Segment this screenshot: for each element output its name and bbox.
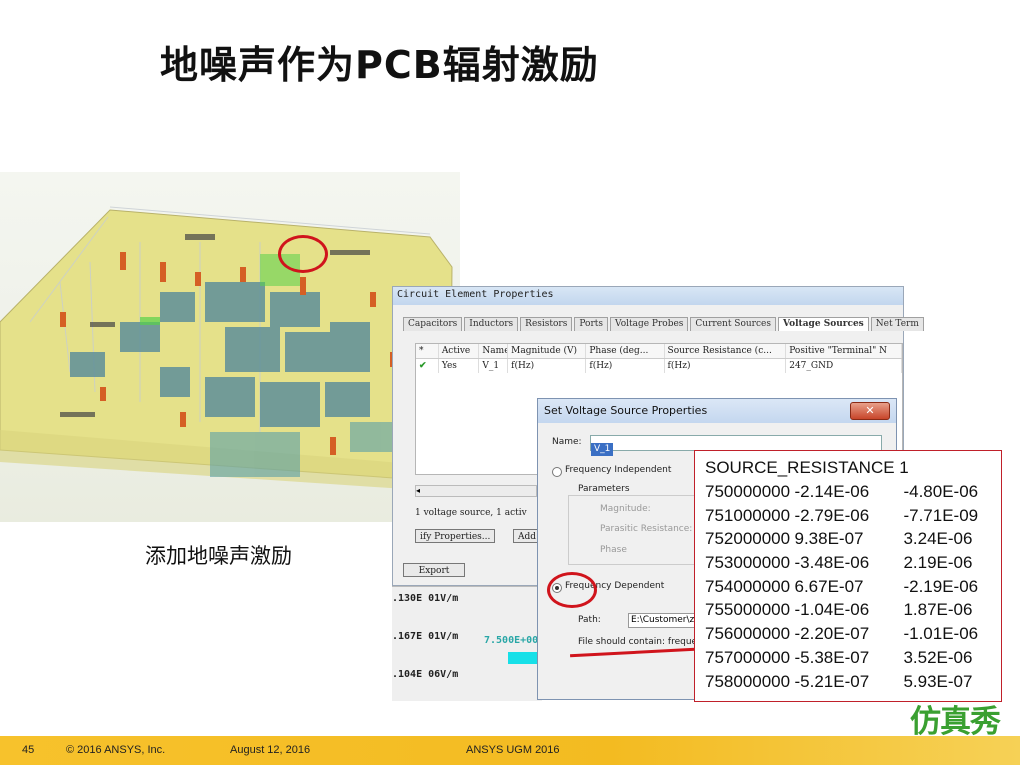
pcb-illustration (0, 206, 453, 492)
phase-label: Phase (600, 545, 627, 555)
dialog-title: Set Voltage Source Properties ✕ (538, 399, 896, 423)
column-header[interactable]: Name (479, 344, 509, 358)
horizontal-scrollbar[interactable]: ◂ (415, 485, 537, 497)
close-button[interactable]: ✕ (850, 402, 890, 420)
parameters-label: Parameters (578, 484, 630, 494)
check-icon: ✔ (416, 359, 439, 373)
column-header[interactable]: Positive "Terminal" N (786, 344, 902, 358)
field-readout-panel: .130E 01V/m .167E 01V/m .104E 06V/m 7.50… (392, 586, 542, 701)
magnitude-label: Magnitude: (600, 504, 651, 514)
table-header: * Active Name Magnitude (V) Phase (deg..… (416, 344, 902, 359)
column-header[interactable]: Active (439, 344, 480, 358)
data-row: 755000000 -1.04E-06 1.87E-06 (705, 600, 973, 620)
dialog-title: Circuit Element Properties (393, 287, 903, 305)
slide-caption: 添加地噪声激励 (145, 544, 292, 568)
freq-independent-radio[interactable] (552, 467, 562, 477)
data-row: 756000000 -2.20E-07 -1.01E-06 (705, 624, 979, 644)
freq-dependent-highlight (547, 572, 597, 608)
status-text: 1 voltage source, 1 activ (415, 508, 527, 518)
cell-positive-terminal: 247_GND (786, 359, 902, 373)
footer-date: August 12, 2016 (230, 744, 311, 756)
brand-logo: 仿真秀 (910, 704, 1001, 740)
data-row: 757000000 -5.38E-07 3.52E-06 (705, 647, 973, 667)
tab-capacitors[interactable]: Capacitors (403, 317, 463, 331)
table-row[interactable]: ✔ Yes V_1 f(Hz) f(Hz) f(Hz) 247_GND (416, 359, 902, 373)
dialog-title-text: Set Voltage Source Properties (544, 404, 708, 417)
footer-event: ANSYS UGM 2016 (466, 744, 560, 756)
field-value: .167E 01V/m (392, 631, 459, 642)
column-header[interactable]: Source Resistance (c... (665, 344, 787, 358)
pcb-3d-view (0, 172, 460, 522)
column-header[interactable]: Magnitude (V) (508, 344, 587, 358)
tab-voltage-probes[interactable]: Voltage Probes (610, 317, 689, 331)
tab-ports[interactable]: Ports (574, 317, 609, 331)
cell-magnitude: f(Hz) (508, 359, 587, 373)
tab-net-term[interactable]: Net Term (870, 317, 924, 331)
add-button[interactable]: Add (513, 529, 539, 543)
data-row: 752000000 9.38E-07 3.24E-06 (705, 529, 973, 549)
scale-bar (508, 652, 538, 664)
path-label: Path: (578, 615, 601, 625)
cell-source-resistance: f(Hz) (665, 359, 787, 373)
field-value: .104E 06V/m (392, 669, 459, 680)
data-row: 751000000 -2.79E-06 -7.71E-09 (705, 505, 979, 525)
tab-inductors[interactable]: Inductors (464, 317, 519, 331)
name-label: Name: (552, 437, 582, 447)
slide-footer: 45 © 2016 ANSYS, Inc. August 12, 2016 AN… (0, 736, 1020, 765)
modify-properties-button[interactable]: ify Properties... (415, 529, 495, 543)
slide-title: 地噪声作为PCB辐射激励 (160, 43, 599, 87)
freq-independent-label: Frequency Independent (565, 465, 672, 475)
tab-current-sources[interactable]: Current Sources (690, 317, 776, 331)
tab-resistors[interactable]: Resistors (520, 317, 573, 331)
cell-phase: f(Hz) (586, 359, 665, 373)
source-resistance-data: SOURCE_RESISTANCE 1 750000000 -2.14E-06 -4… (694, 450, 1002, 702)
copyright: © 2016 ANSYS, Inc. (66, 744, 166, 756)
column-header[interactable]: Phase (deg... (586, 344, 665, 358)
pcb-highlight-circle (278, 235, 328, 273)
data-row: 754000000 6.67E-07 -2.19E-06 (705, 576, 979, 596)
field-value: .130E 01V/m (392, 593, 459, 604)
parasitic-label: Parasitic Resistance: (600, 524, 693, 534)
data-row: 753000000 -3.48E-06 2.19E-06 (705, 553, 973, 573)
cell-active: Yes (439, 359, 480, 373)
export-button[interactable]: Export (403, 563, 465, 577)
data-heading: SOURCE_RESISTANCE 1 (705, 458, 909, 477)
scale-marker: 7.500E+00 (484, 635, 539, 646)
tab-bar: Capacitors Inductors Resistors Ports Vol… (403, 317, 924, 331)
data-row: 750000000 -2.14E-06 -4.80E-06 (705, 482, 979, 501)
select-column-header: * (416, 344, 439, 358)
name-input[interactable]: V_1 (590, 435, 882, 456)
scroll-left-icon[interactable]: ◂ (416, 486, 420, 495)
data-row: 758000000 -5.21E-07 5.93E-07 (705, 671, 973, 691)
cell-name: V_1 (479, 359, 509, 373)
tab-voltage-sources[interactable]: Voltage Sources (777, 317, 869, 331)
page-number: 45 (22, 744, 35, 756)
